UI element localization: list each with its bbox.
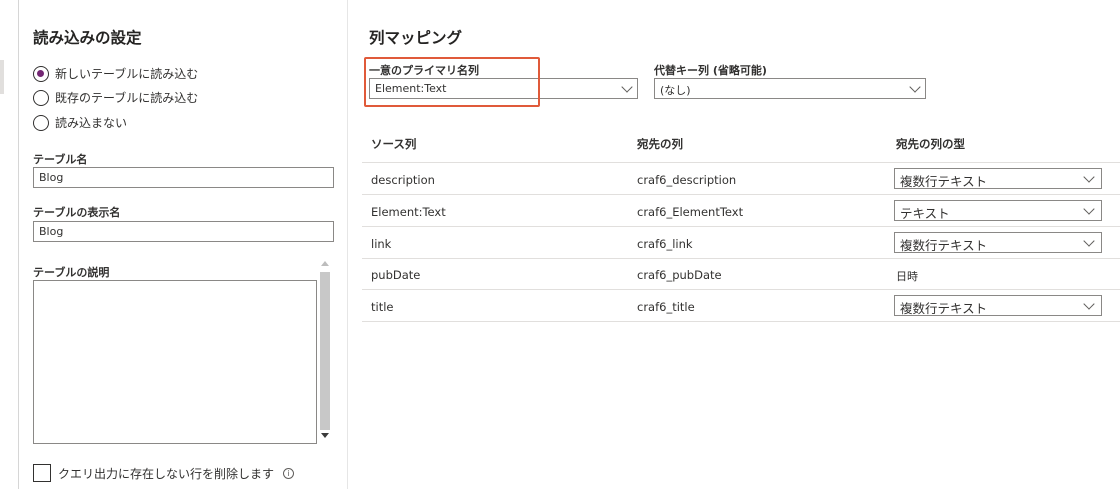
- row-divider: [362, 226, 1120, 227]
- type-select[interactable]: 複数行テキスト: [894, 232, 1102, 253]
- alt-key-label: 代替キー列 (省略可能): [654, 64, 767, 77]
- chevron-down-icon: [1083, 235, 1095, 247]
- scroll-down-icon[interactable]: [321, 433, 329, 438]
- dest-cell: craf6_title: [637, 300, 695, 314]
- row-divider: [362, 289, 1120, 290]
- left-rail: [0, 0, 8, 489]
- type-select[interactable]: テキスト: [894, 200, 1102, 221]
- row-divider: [362, 258, 1120, 259]
- radio-label: 既存のテーブルに読み込む: [55, 91, 199, 105]
- description-textarea[interactable]: [33, 280, 317, 444]
- info-icon[interactable]: i: [283, 467, 295, 479]
- section-divider: [347, 0, 348, 489]
- scroll-thumb[interactable]: [320, 272, 330, 430]
- description-label: テーブルの説明: [33, 266, 110, 279]
- rail-marker: [0, 60, 4, 94]
- row-divider: [362, 162, 1120, 163]
- radio-label: 新しいテーブルに読み込む: [55, 67, 199, 81]
- alt-key-select[interactable]: (なし): [654, 78, 926, 99]
- source-cell: description: [371, 173, 435, 187]
- row-divider: [362, 321, 1120, 322]
- description-scrollbar[interactable]: [318, 256, 332, 444]
- type-readonly: 日時: [896, 270, 918, 283]
- row-divider: [362, 194, 1120, 195]
- display-name-label: テーブルの表示名: [33, 206, 121, 219]
- dest-cell: craf6_pubDate: [637, 268, 722, 282]
- type-value: 複数行テキスト: [900, 238, 988, 253]
- source-cell: title: [371, 300, 394, 314]
- radio-unselected-icon: [33, 89, 49, 106]
- chevron-down-icon: [1083, 203, 1095, 215]
- type-select[interactable]: 複数行テキスト: [894, 295, 1102, 316]
- scroll-up-icon[interactable]: [321, 261, 329, 266]
- table-name-input[interactable]: Blog: [33, 167, 334, 188]
- source-cell: Element:Text: [371, 205, 446, 219]
- column-header-source: ソース列: [371, 137, 417, 151]
- chevron-down-icon: [1083, 298, 1095, 310]
- type-value: 複数行テキスト: [900, 301, 988, 316]
- radio-unselected-icon: [33, 114, 49, 131]
- radio-selected-icon: [33, 65, 49, 82]
- delete-rows-label: クエリ出力に存在しない行を削除します: [58, 466, 275, 481]
- highlight-annotation: [364, 57, 540, 107]
- source-cell: pubDate: [371, 268, 421, 282]
- display-name-input[interactable]: Blog: [33, 221, 334, 242]
- delete-rows-checkbox[interactable]: クエリ出力に存在しない行を削除します i: [33, 464, 295, 482]
- dest-cell: craf6_description: [637, 173, 737, 187]
- type-value: テキスト: [900, 206, 950, 221]
- radio-do-not-load[interactable]: 読み込まない: [33, 114, 127, 131]
- type-value: 複数行テキスト: [900, 174, 988, 189]
- column-header-type: 宛先の列の型: [896, 137, 965, 151]
- table-name-label: テーブル名: [33, 153, 88, 166]
- radio-load-new-table[interactable]: 新しいテーブルに読み込む: [33, 65, 198, 82]
- alt-key-value: (なし): [660, 84, 691, 97]
- chevron-down-icon: [1083, 171, 1095, 183]
- type-select[interactable]: 複数行テキスト: [894, 168, 1102, 189]
- radio-label: 読み込まない: [55, 116, 128, 130]
- chevron-down-icon: [621, 81, 633, 93]
- radio-load-existing-table[interactable]: 既存のテーブルに読み込む: [33, 89, 198, 106]
- load-settings-title: 読み込みの設定: [33, 29, 142, 47]
- column-header-dest: 宛先の列: [637, 137, 683, 151]
- column-mapping-title: 列マッピング: [369, 29, 463, 47]
- checkbox-icon: [33, 464, 51, 482]
- dest-cell: craf6_ElementText: [637, 205, 744, 219]
- source-cell: link: [371, 237, 392, 251]
- dest-cell: craf6_link: [637, 237, 693, 251]
- chevron-down-icon: [909, 81, 921, 93]
- panel-divider: [18, 0, 19, 489]
